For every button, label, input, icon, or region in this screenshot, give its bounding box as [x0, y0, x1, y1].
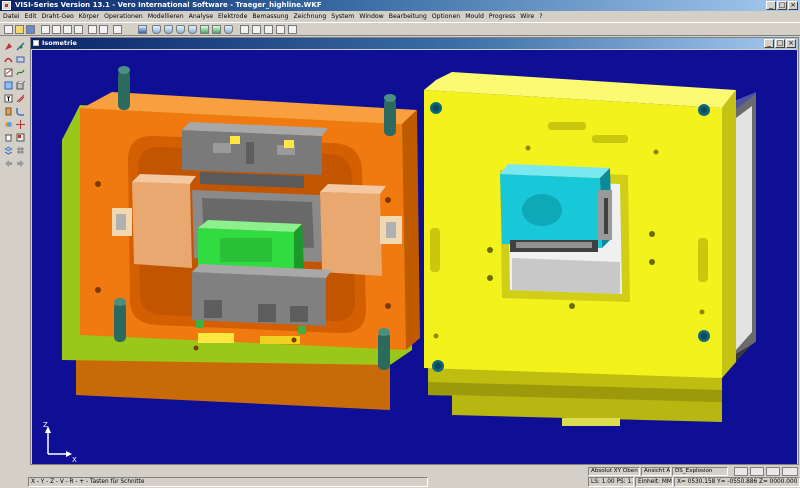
arc-icon[interactable]: [4, 55, 13, 64]
undo-icon[interactable]: [88, 25, 97, 34]
layer-icon[interactable]: [276, 25, 285, 34]
status-coordinates: X= 0530.158 Y= -0550.886 Z= 0000.000: [674, 477, 800, 487]
spline-icon[interactable]: [16, 68, 25, 77]
layer-icon[interactable]: [288, 25, 297, 34]
x-axis-label: X: [72, 456, 77, 464]
app-title: VISI-Series Version 13.1 - Vero Internat…: [15, 1, 322, 9]
document-maximize-button[interactable]: □: [775, 39, 785, 48]
document-window-controls: _ □ ×: [764, 39, 796, 48]
command-line[interactable]: X - Y - Z - V - R - + - Tasten für Schni…: [28, 477, 428, 487]
cylinder-view-icon[interactable]: [164, 25, 173, 34]
redo-icon[interactable]: [99, 25, 108, 34]
attribute-icon[interactable]: [16, 133, 25, 142]
offset-icon[interactable]: [16, 94, 25, 103]
document-title: Isometrie: [42, 39, 77, 47]
shaded-view-icon[interactable]: [212, 25, 221, 34]
view-cube-icon[interactable]: [138, 25, 147, 34]
minimize-button[interactable]: _: [766, 1, 776, 10]
rectangle-icon[interactable]: [16, 55, 25, 64]
layer-icon[interactable]: [252, 25, 261, 34]
surface-icon[interactable]: [4, 81, 13, 90]
status-ls-ps: LS: 1.00 PS: 1.00: [588, 477, 634, 487]
status-bar: Absolut XY Oben Ansicht ABS DS_Explosion…: [0, 466, 800, 488]
fillet-icon[interactable]: [16, 107, 25, 116]
menu-modellieren[interactable]: Modellieren: [148, 13, 184, 20]
main-toolbar: [0, 22, 800, 36]
document-minimize-button[interactable]: _: [764, 39, 774, 48]
menu-bar: Datei Edit Draht-Geo Körper Operationen …: [0, 11, 800, 22]
paste-icon[interactable]: [74, 25, 83, 34]
draw-point-icon[interactable]: [4, 42, 13, 51]
app-icon[interactable]: [2, 1, 11, 10]
measure-icon[interactable]: [4, 68, 13, 77]
menu-wire[interactable]: Wire: [520, 13, 534, 20]
transform-icon[interactable]: [16, 120, 25, 129]
document-close-button[interactable]: ×: [786, 39, 796, 48]
arrow-right-icon[interactable]: [16, 159, 25, 168]
copy-icon[interactable]: [63, 25, 72, 34]
menu-window[interactable]: Window: [359, 13, 383, 20]
grid-icon[interactable]: [734, 467, 748, 476]
save-icon[interactable]: [26, 25, 35, 34]
cylinder-view-icon[interactable]: [152, 25, 161, 34]
3d-viewport[interactable]: Z X: [32, 50, 797, 464]
status-unit: Einheit: MM: [635, 477, 673, 487]
menu-operationen[interactable]: Operationen: [104, 13, 143, 20]
snap-icon[interactable]: [750, 467, 764, 476]
menu-analyse[interactable]: Analyse: [189, 13, 213, 20]
new-file-icon[interactable]: [4, 25, 13, 34]
text-icon[interactable]: [4, 94, 13, 103]
z-axis-label: Z: [43, 421, 48, 429]
menu-edit[interactable]: Edit: [25, 13, 37, 20]
delete-icon[interactable]: [4, 133, 13, 142]
boolean-icon[interactable]: [4, 120, 13, 129]
cylinder-view-icon[interactable]: [188, 25, 197, 34]
pan-icon[interactable]: [782, 467, 798, 476]
cut-icon[interactable]: [52, 25, 61, 34]
layer-icon[interactable]: [264, 25, 273, 34]
draw-line-icon[interactable]: [16, 42, 25, 51]
colour-icon[interactable]: [766, 467, 780, 476]
layer-icon[interactable]: [240, 25, 249, 34]
cylinder-view-icon[interactable]: [176, 25, 185, 34]
open-folder-icon[interactable]: [15, 25, 24, 34]
document-window: Isometrie _ □ × Z X: [30, 37, 799, 465]
layer-manager-icon[interactable]: [4, 146, 13, 155]
print-icon[interactable]: [41, 25, 50, 34]
status-plane[interactable]: Absolut XY Oben: [588, 467, 640, 476]
menu-koerper[interactable]: Körper: [79, 13, 99, 20]
status-layer[interactable]: DS_Explosion: [672, 467, 728, 476]
window-controls: _ □ ×: [766, 1, 798, 10]
arrow-left-icon[interactable]: [4, 159, 13, 168]
menu-elektrode[interactable]: Elektrode: [218, 13, 247, 20]
menu-bearbeitung[interactable]: Bearbeitung: [389, 13, 427, 20]
axis-triad: Z X: [43, 421, 77, 464]
menu-help[interactable]: ?: [539, 13, 542, 20]
menu-system[interactable]: System: [331, 13, 354, 20]
menu-optionen[interactable]: Optionen: [432, 13, 460, 20]
menu-bemassung[interactable]: Bemassung: [252, 13, 288, 20]
menu-progress[interactable]: Progress: [489, 13, 515, 20]
zoom-icon[interactable]: [113, 25, 122, 34]
cylinder-view-icon[interactable]: [224, 25, 233, 34]
fixed-half-mould: [424, 72, 756, 426]
document-icon: [33, 40, 39, 46]
menu-zeichnung[interactable]: Zeichnung: [293, 13, 326, 20]
moving-half-mould: [62, 66, 420, 410]
document-title-bar: Isometrie _ □ ×: [31, 38, 798, 49]
grid-icon[interactable]: [16, 146, 25, 155]
menu-mould[interactable]: Mould: [465, 13, 484, 20]
app-title-bar: VISI-Series Version 13.1 - Vero Internat…: [0, 0, 800, 11]
shaded-view-icon[interactable]: [200, 25, 209, 34]
close-button[interactable]: ×: [788, 1, 798, 10]
extrude-icon[interactable]: [4, 107, 13, 116]
status-view[interactable]: Ansicht ABS: [641, 467, 671, 476]
solid-icon[interactable]: [16, 81, 25, 90]
left-toolbar: [0, 36, 28, 464]
menu-draht-geo[interactable]: Draht-Geo: [42, 13, 74, 20]
mould-scene: Z X: [43, 66, 756, 464]
menu-datei[interactable]: Datei: [3, 13, 20, 20]
maximize-button[interactable]: □: [777, 1, 787, 10]
